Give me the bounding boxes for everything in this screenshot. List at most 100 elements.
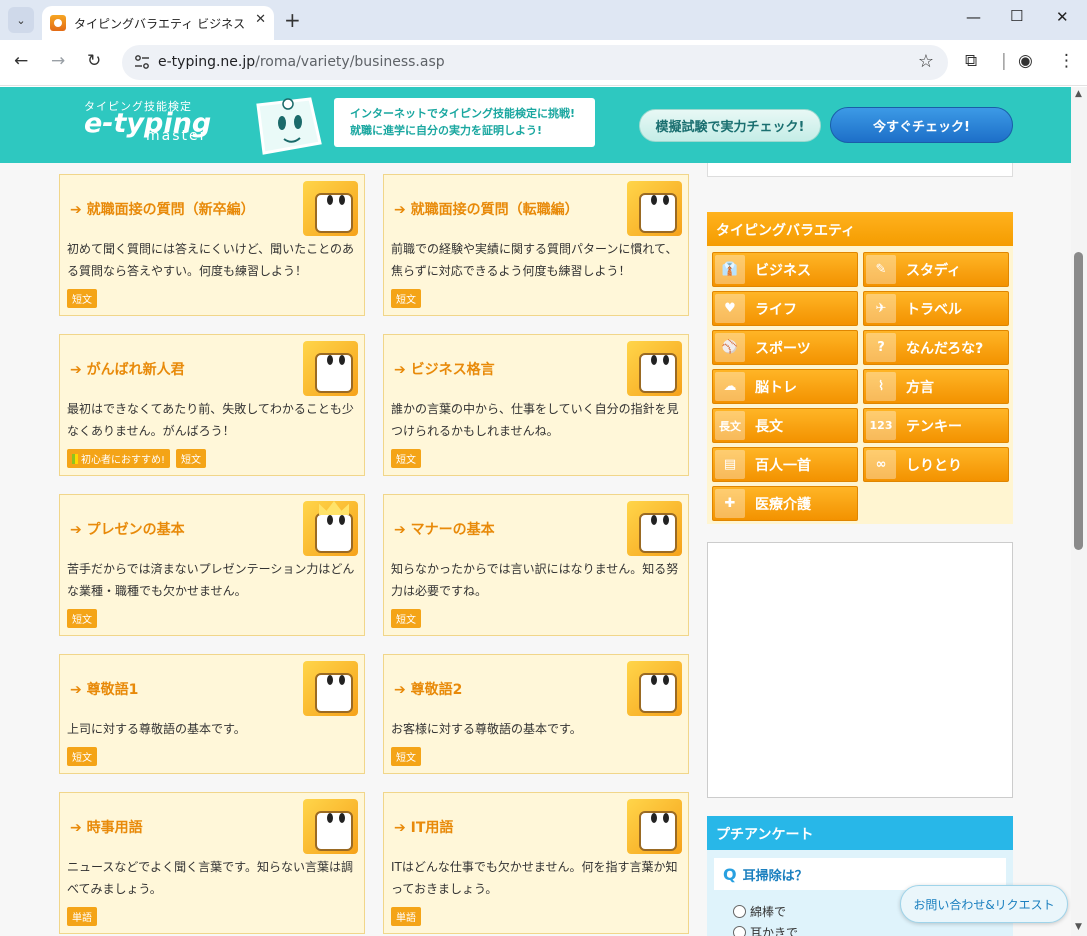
card-title[interactable]: 時事用語 xyxy=(70,817,143,837)
contact-request-button[interactable]: お問い合わせ&リクエスト xyxy=(900,885,1068,923)
variety-item-sports[interactable]: ⚾ スポーツ xyxy=(712,330,858,365)
tag-badge: 短文 xyxy=(67,747,97,766)
tag-badge: 短文 xyxy=(176,449,207,468)
address-bar[interactable]: e-typing.ne.jp/roma/variety/business.asp… xyxy=(122,45,948,80)
promo-line-1: インターネットでタイピング技能検定に挑戦! xyxy=(350,107,576,120)
variety-card[interactable]: マナーの基本 知らなかったからでは言い訳にはなりません。知る努力は必要ですね。 … xyxy=(383,494,689,636)
tag-badge: 単語 xyxy=(67,907,97,926)
tag-badge: 単語 xyxy=(391,907,421,926)
variety-card[interactable]: がんばれ新人君 最初はできなくてあたり前、失敗してわかることも少なくありません。… xyxy=(59,334,365,476)
bookmark-star-icon[interactable]: ☆ xyxy=(918,51,934,72)
card-description: 前職での経験や実績に関する質問パターンに慣れて、焦らずに対応できるよう何度も練習… xyxy=(391,242,678,278)
tag-badge: 短文 xyxy=(391,289,421,308)
card-description: 最初はできなくてあたり前、失敗してわかることも少なくありません。がんばろう！ xyxy=(67,402,354,438)
variety-item-tenkey[interactable]: 123 テンキー xyxy=(863,408,1009,443)
logo-master: master xyxy=(146,128,208,144)
variety-item-shiritori[interactable]: ∞ しりとり xyxy=(863,447,1009,482)
variety-card[interactable]: プレゼンの基本 苦手だからでは済まないプレゼンテーション力はどんな業種・職種でも… xyxy=(59,494,365,636)
variety-card[interactable]: 尊敬語2 お客様に対する尊敬語の基本です。 短文 xyxy=(383,654,689,774)
syringe-icon: ✚ xyxy=(715,489,745,518)
tag-badge: 短文 xyxy=(67,609,97,628)
poll-option[interactable]: 耳かきで xyxy=(733,924,798,936)
forward-icon[interactable]: → xyxy=(51,51,65,71)
scroll-down-icon[interactable]: ▼ xyxy=(1075,922,1082,932)
site-info-icon[interactable] xyxy=(134,54,150,70)
tag-badge: 短文 xyxy=(67,289,97,308)
variety-card[interactable]: 尊敬語1 上司に対する尊敬語の基本です。 短文 xyxy=(59,654,365,774)
tag-badge: 短文 xyxy=(391,747,421,766)
radio-button[interactable] xyxy=(733,926,746,936)
variety-item-long-text[interactable]: 長文 長文 xyxy=(712,408,858,443)
scrollbar-thumb[interactable] xyxy=(1074,252,1083,550)
card-title[interactable]: IT用語 xyxy=(394,817,454,837)
card-title[interactable]: 就職面接の質問（新卒編） xyxy=(70,199,255,219)
variety-item-life[interactable]: ♥ ライフ xyxy=(712,291,858,326)
back-icon[interactable]: ← xyxy=(14,51,28,71)
card-title[interactable]: 就職面接の質問（転職編） xyxy=(394,199,579,219)
check-now-button[interactable]: 今すぐチェック! xyxy=(830,107,1013,143)
mascot-thumb-icon xyxy=(627,501,682,556)
radio-button[interactable] xyxy=(733,905,746,918)
extensions-icon[interactable]: ⧉ xyxy=(965,51,977,71)
page-scrollbar[interactable]: ▲ ▼ xyxy=(1071,87,1087,936)
card-description: ITはどんな仕事でも欠かせません。何を指す言葉か知っておきましょう。 xyxy=(391,860,678,896)
browser-tab[interactable]: タイピングバラエティ ビジネス - インターネット ✕ xyxy=(42,6,274,40)
mascot-thumb-icon xyxy=(627,341,682,396)
main-content: 就職面接の質問（新卒編） 初めて聞く質問には答えにくいけど、聞いたことのある質問… xyxy=(0,163,1071,936)
variety-item-medical[interactable]: ✚ 医療介護 xyxy=(712,486,858,521)
variety-card[interactable]: 時事用語 ニュースなどでよく聞く言葉です。知らない言葉は調べてみましょう。 単語 xyxy=(59,792,365,934)
scroll-up-icon[interactable]: ▲ xyxy=(1075,89,1082,99)
pencil-icon: ✎ xyxy=(866,255,896,284)
card-title[interactable]: プレゼンの基本 xyxy=(70,519,185,539)
new-tab-icon[interactable]: + xyxy=(284,8,301,32)
numbers-icon: 123 xyxy=(866,411,896,440)
poll-option[interactable]: 綿棒で xyxy=(733,903,786,920)
tab-close-icon[interactable]: ✕ xyxy=(255,12,266,27)
card-title[interactable]: 尊敬語2 xyxy=(394,679,463,699)
variety-item-study[interactable]: ✎ スタディ xyxy=(863,252,1009,287)
mascot-thumb-icon xyxy=(303,181,358,236)
card-title[interactable]: ビジネス格言 xyxy=(394,359,495,379)
ad-placeholder xyxy=(707,542,1013,798)
card-description: 上司に対する尊敬語の基本です。 xyxy=(67,722,246,736)
minimize-icon[interactable]: — xyxy=(966,8,981,26)
site-favicon-icon xyxy=(50,15,66,31)
variety-card[interactable]: ビジネス格言 誰かの言葉の中から、仕事をしていく自分の指針を見つけられるかもしれ… xyxy=(383,334,689,476)
variety-item-hyakunin[interactable]: ▤ 百人一首 xyxy=(712,447,858,482)
airplane-icon: ✈ xyxy=(866,294,896,323)
card-description: お客様に対する尊敬語の基本です。 xyxy=(391,722,582,736)
menu-kebab-icon[interactable]: ⋮ xyxy=(1058,51,1075,71)
reload-icon[interactable]: ↻ xyxy=(87,51,101,71)
card-description: 誰かの言葉の中から、仕事をしていく自分の指針を見つけられるかもしれませんね。 xyxy=(391,402,679,438)
toolbar-divider: | xyxy=(1001,51,1007,71)
card-title[interactable]: 尊敬語1 xyxy=(70,679,139,699)
variety-item-nandarona[interactable]: ? なんだろな? xyxy=(863,330,1009,365)
card-title[interactable]: マナーの基本 xyxy=(394,519,495,539)
mock-exam-button[interactable]: 模擬試験で実力チェック! xyxy=(639,109,821,142)
poll-heading: プチアンケート xyxy=(707,816,1013,850)
brain-icon: ☁ xyxy=(715,372,745,401)
browser-toolbar: ← → ↻ e-typing.ne.jp/roma/variety/busine… xyxy=(0,40,1087,86)
variety-item-business[interactable]: 👔 ビジネス xyxy=(712,252,858,287)
card-title[interactable]: がんばれ新人君 xyxy=(70,359,185,379)
tab-title: タイピングバラエティ ビジネス - インターネット xyxy=(74,16,246,31)
heart-icon: ♥ xyxy=(715,294,745,323)
mascot-icon xyxy=(256,97,322,155)
mascot-thumb-icon xyxy=(627,181,682,236)
variety-heading: タイピングバラエティ xyxy=(707,212,1013,246)
variety-item-dialect[interactable]: ⌇ 方言 xyxy=(863,369,1009,404)
variety-card[interactable]: 就職面接の質問（新卒編） 初めて聞く質問には答えにくいけど、聞いたことのある質問… xyxy=(59,174,365,316)
window-close-icon[interactable]: ✕ xyxy=(1056,8,1069,26)
tab-list-dropdown-icon[interactable]: ⌄ xyxy=(8,7,34,33)
long-text-icon: 長文 xyxy=(715,411,745,440)
variety-item-travel[interactable]: ✈ トラベル xyxy=(863,291,1009,326)
profile-icon[interactable]: ◉ xyxy=(1018,51,1033,71)
variety-item-brain[interactable]: ☁ 脳トレ xyxy=(712,369,858,404)
variety-card[interactable]: IT用語 ITはどんな仕事でも欠かせません。何を指す言葉か知っておきましょう。 … xyxy=(383,792,689,934)
variety-card[interactable]: 就職面接の質問（転職編） 前職での経験や実績に関する質問パターンに慣れて、焦らず… xyxy=(383,174,689,316)
tag-badge: 短文 xyxy=(391,609,421,628)
maximize-icon[interactable]: ☐ xyxy=(1010,7,1023,25)
card-description: 苦手だからでは済まないプレゼンテーション力はどんな業種・職種でも欠かせません。 xyxy=(67,562,355,598)
mascot-thumb-icon xyxy=(627,661,682,716)
card-description: ニュースなどでよく聞く言葉です。知らない言葉は調べてみましょう。 xyxy=(67,860,353,896)
